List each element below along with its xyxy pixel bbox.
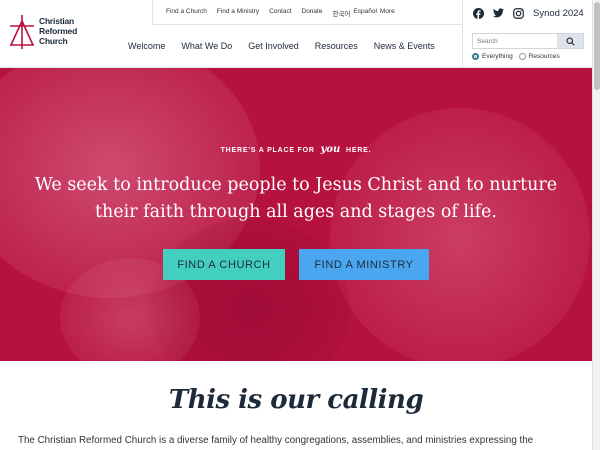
util-link-more[interactable]: More xyxy=(380,8,395,20)
main-nav: Welcome What We Do Get Involved Resource… xyxy=(128,41,435,51)
search-icon xyxy=(565,36,575,46)
util-link-contact[interactable]: Contact xyxy=(269,8,291,20)
util-link-find-church[interactable]: Find a Church xyxy=(166,8,207,20)
scrollbar-thumb[interactable] xyxy=(594,2,600,90)
synod-link[interactable]: Synod 2024 xyxy=(533,8,584,19)
find-church-button[interactable]: FIND A CHURCH xyxy=(163,249,285,280)
find-ministry-button[interactable]: FIND A MINISTRY xyxy=(299,249,429,280)
util-link-donate[interactable]: Donate xyxy=(302,8,323,20)
search-box xyxy=(472,33,584,49)
nav-welcome[interactable]: Welcome xyxy=(128,41,165,51)
logo-line: Christian xyxy=(39,16,75,26)
hero-banner: THERE'S A PLACE FOR you HERE. We seek to… xyxy=(0,68,592,361)
logo-line: Church xyxy=(39,36,68,46)
nav-what-we-do[interactable]: What We Do xyxy=(181,41,232,51)
logo-line: Reformed xyxy=(39,26,78,36)
search-input[interactable] xyxy=(473,34,557,48)
radio-label: Resources xyxy=(528,53,560,60)
headline-line: their faith through all ages and stages … xyxy=(95,202,497,222)
utility-nav: Find a Church Find a Ministry Contact Do… xyxy=(166,8,395,20)
divider xyxy=(152,24,462,25)
twitter-icon[interactable] xyxy=(492,7,504,19)
hero-eyebrow: THERE'S A PLACE FOR you HERE. xyxy=(0,144,592,155)
page-scrollbar[interactable] xyxy=(592,0,600,450)
radio-resources[interactable]: Resources xyxy=(518,53,560,60)
social-links: Synod 2024 xyxy=(472,7,584,19)
util-link-find-ministry[interactable]: Find a Ministry xyxy=(217,8,259,20)
divider xyxy=(152,0,153,24)
logo-wordmark: Christian Reformed Church xyxy=(39,16,77,46)
nav-resources[interactable]: Resources xyxy=(315,41,358,51)
util-link-spanish[interactable]: Español xyxy=(353,8,377,20)
eyebrow-text: HERE. xyxy=(346,147,372,154)
site-header: Christian Reformed Church Find a Church … xyxy=(0,0,592,68)
nav-get-involved[interactable]: Get Involved xyxy=(248,41,299,51)
radio-label: Everything xyxy=(482,53,513,60)
search-scope: Everything Resources xyxy=(472,53,560,60)
cross-logo-icon xyxy=(10,15,34,49)
headline-line: We seek to introduce people to Jesus Chr… xyxy=(34,175,558,195)
eyebrow-you: you xyxy=(320,144,341,155)
crc-logo[interactable]: Christian Reformed Church xyxy=(8,13,116,53)
radio-everything[interactable]: Everything xyxy=(472,53,513,60)
radio-unselected-icon xyxy=(518,53,526,60)
calling-title: This is our calling xyxy=(168,385,424,415)
calling-intro: The Christian Reformed Church is a diver… xyxy=(18,435,534,446)
radio-selected-icon xyxy=(472,53,479,60)
search-button[interactable] xyxy=(557,34,583,48)
hero-headline: We seek to introduce people to Jesus Chr… xyxy=(14,172,578,226)
eyebrow-text: THERE'S A PLACE FOR xyxy=(220,147,315,154)
nav-news-events[interactable]: News & Events xyxy=(374,41,435,51)
util-link-korean[interactable]: 한국어 xyxy=(332,8,350,20)
instagram-icon[interactable] xyxy=(512,7,524,19)
divider xyxy=(462,0,463,68)
facebook-icon[interactable] xyxy=(472,7,484,19)
